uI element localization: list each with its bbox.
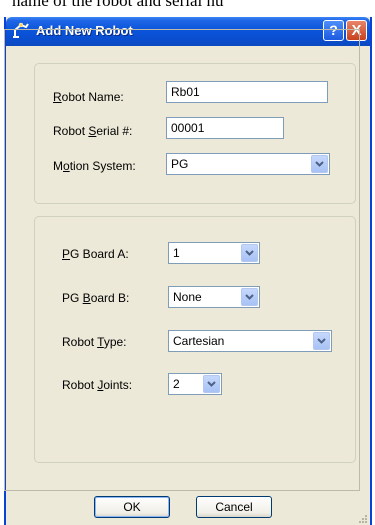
motion-system-select[interactable]: PG [166,153,330,175]
robot-type-value: Cartesian [173,334,225,348]
resize-grip-icon[interactable] [356,512,368,524]
robot-name-field[interactable]: Rb01 [166,81,328,103]
chevron-down-icon[interactable] [313,332,330,350]
pg-board-a-value: 1 [173,246,180,260]
robot-joints-label: Robot Joints: [62,378,133,392]
pg-board-a-select[interactable]: 1 [168,242,260,264]
robot-name-label: Robot Name: [53,90,124,104]
robot-joints-select[interactable]: 2 [168,373,222,395]
robot-serial-label: Robot Serial #: [53,124,133,138]
ok-button[interactable]: OK [94,496,170,518]
chevron-down-icon[interactable] [311,155,328,173]
cancel-button[interactable]: Cancel [196,496,272,518]
pg-board-b-label: PG Board B: [62,291,130,305]
robot-type-label: Robot Type: [62,335,127,349]
chevron-down-icon[interactable] [241,288,258,306]
robot-type-select[interactable]: Cartesian [168,330,332,352]
pg-board-b-select[interactable]: None [168,286,260,308]
chevron-down-icon[interactable] [241,244,258,262]
motion-system-label: Motion System: [53,159,136,173]
chevron-down-icon[interactable] [203,375,220,393]
robot-joints-value: 2 [173,377,180,391]
pg-board-b-value: None [173,290,202,304]
motion-system-value: PG [171,157,189,171]
robot-serial-field[interactable]: 00001 [166,117,284,139]
pg-board-a-label: PG Board A: [62,247,129,261]
caption-text: name of the robot and serial nu [12,0,224,10]
